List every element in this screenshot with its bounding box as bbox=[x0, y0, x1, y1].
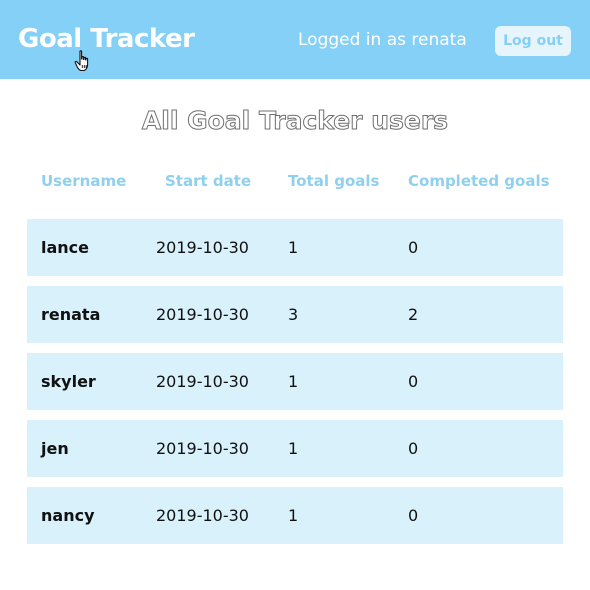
table-row: nancy 2019-10-30 1 0 bbox=[27, 487, 563, 544]
page: Goal Tracker Logged in as renata Log out… bbox=[0, 0, 590, 590]
column-header-total-goals: Total goals bbox=[288, 172, 380, 190]
column-header-start-date: Start date bbox=[165, 172, 252, 190]
start-date-cell: 2019-10-30 bbox=[156, 305, 249, 324]
login-status: Logged in as renata bbox=[298, 30, 467, 50]
completed-goals-cell: 2 bbox=[408, 305, 419, 324]
completed-goals-cell: 0 bbox=[408, 439, 419, 458]
column-header-completed-goals: Completed goals bbox=[408, 172, 550, 190]
page-title: All Goal Tracker users bbox=[141, 106, 449, 136]
start-date-cell: 2019-10-30 bbox=[156, 372, 249, 391]
total-goals-cell: 1 bbox=[288, 439, 299, 458]
total-goals-cell: 3 bbox=[288, 305, 299, 324]
table-row: skyler 2019-10-30 1 0 bbox=[27, 353, 563, 410]
completed-goals-cell: 0 bbox=[408, 372, 419, 391]
username-cell: nancy bbox=[41, 506, 95, 525]
start-date-cell: 2019-10-30 bbox=[156, 506, 249, 525]
username-cell: skyler bbox=[41, 372, 96, 391]
users-table: lance 2019-10-30 1 0 renata 2019-10-30 3… bbox=[27, 219, 563, 554]
completed-goals-cell: 0 bbox=[408, 506, 419, 525]
username-cell: renata bbox=[41, 305, 101, 324]
completed-goals-cell: 0 bbox=[408, 238, 419, 257]
total-goals-cell: 1 bbox=[288, 238, 299, 257]
username-cell: lance bbox=[41, 238, 90, 257]
total-goals-cell: 1 bbox=[288, 372, 299, 391]
logout-button[interactable]: Log out bbox=[495, 26, 571, 56]
column-header-username: Username bbox=[41, 172, 127, 190]
total-goals-cell: 1 bbox=[288, 506, 299, 525]
table-row: lance 2019-10-30 1 0 bbox=[27, 219, 563, 276]
start-date-cell: 2019-10-30 bbox=[156, 439, 249, 458]
brand-link[interactable]: Goal Tracker bbox=[18, 22, 195, 56]
top-nav-bar: Goal Tracker Logged in as renata Log out bbox=[0, 0, 590, 79]
table-row: jen 2019-10-30 1 0 bbox=[27, 420, 563, 477]
start-date-cell: 2019-10-30 bbox=[156, 238, 249, 257]
table-row: renata 2019-10-30 3 2 bbox=[27, 286, 563, 343]
username-cell: jen bbox=[41, 439, 69, 458]
